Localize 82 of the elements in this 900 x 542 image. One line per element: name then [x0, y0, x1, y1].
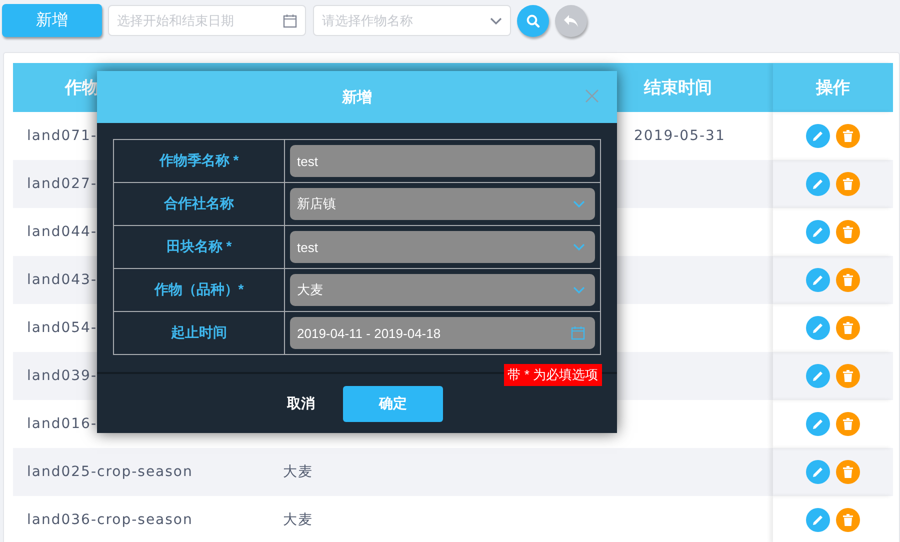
trash-icon [843, 130, 853, 142]
delete-button[interactable] [836, 508, 860, 532]
column-header: 结束时间 [642, 77, 713, 99]
delete-button[interactable] [836, 412, 860, 436]
trash-icon [843, 322, 853, 334]
field-label: 合作社名称 [114, 183, 285, 226]
table-cell: 大麦 [283, 512, 313, 528]
delete-button[interactable] [836, 460, 860, 484]
dialog-title: 新增 [342, 88, 372, 106]
pencil-icon [812, 178, 824, 190]
search-button[interactable] [517, 4, 549, 36]
table-cell: land054- [27, 320, 98, 336]
table-cell: land039- [27, 368, 98, 384]
pencil-icon [812, 514, 824, 526]
edit-button[interactable] [806, 268, 830, 292]
search-icon [526, 14, 540, 28]
trash-icon [843, 514, 853, 526]
edit-button[interactable] [806, 460, 830, 484]
reply-arrow-icon [563, 14, 579, 28]
placeholder-text: 选择开始和结束日期 [117, 12, 234, 30]
table-cell: land071- [27, 128, 98, 144]
confirm-button[interactable]: 确定 [343, 386, 443, 422]
cancel-button[interactable]: 取消 [287, 394, 315, 412]
field-label: 起止时间 [114, 312, 285, 354]
select-field[interactable]: test [290, 231, 595, 263]
pencil-icon [812, 466, 824, 478]
trash-icon [843, 274, 853, 286]
edit-button[interactable] [806, 220, 830, 244]
pencil-icon [812, 226, 824, 238]
pencil-icon [812, 130, 824, 142]
delete-button[interactable] [836, 220, 860, 244]
field-label: 作物季名称 * [114, 140, 285, 183]
table-cell: 2019-05-31 [634, 128, 726, 144]
trash-icon [843, 370, 853, 382]
select-field[interactable]: 大麦 [290, 274, 595, 306]
delete-button[interactable] [836, 316, 860, 340]
trash-icon [843, 178, 853, 190]
delete-button[interactable] [836, 364, 860, 388]
edit-button[interactable] [806, 124, 830, 148]
edit-button[interactable] [806, 316, 830, 340]
column-header: 操作 [773, 63, 893, 112]
required-note: 带 * 为必填选项 [504, 364, 602, 386]
field-value: 大麦 [297, 281, 323, 299]
pencil-icon [812, 274, 824, 286]
delete-button[interactable] [836, 268, 860, 292]
reply-button[interactable] [555, 4, 587, 36]
delete-button[interactable] [836, 172, 860, 196]
table-cell: land036-crop-season [27, 512, 193, 528]
pencil-icon [812, 322, 824, 334]
table-cell: land016- [27, 416, 98, 432]
table-cell: land025-crop-season [27, 464, 193, 480]
table-cell: land044- [27, 224, 98, 240]
chevron-down-icon [573, 243, 585, 251]
edit-button[interactable] [806, 364, 830, 388]
edit-button[interactable] [806, 172, 830, 196]
chevron-down-icon [573, 200, 585, 208]
delete-button[interactable] [836, 124, 860, 148]
text-field[interactable]: test [290, 145, 595, 177]
trash-icon [843, 226, 853, 238]
pencil-icon [812, 370, 824, 382]
trash-icon [843, 466, 853, 478]
table-cell: land043- [27, 272, 98, 288]
table-cell: 大麦 [283, 464, 313, 480]
edit-button[interactable] [806, 412, 830, 436]
table-cell: land027- [27, 176, 98, 192]
field-value: test [297, 154, 318, 168]
calendar-icon [571, 326, 585, 340]
field-value: 新店镇 [297, 195, 336, 213]
trash-icon [843, 418, 853, 430]
date-field[interactable]: 2019-04-11 - 2019-04-18 [290, 317, 595, 349]
placeholder-text: 请选择作物名称 [322, 12, 413, 30]
field-value: 2019-04-11 - 2019-04-18 [297, 326, 441, 340]
pencil-icon [812, 418, 824, 430]
field-label: 作物（品种）* [114, 269, 285, 312]
chevron-down-icon [573, 286, 585, 294]
select-field[interactable]: 新店镇 [290, 188, 595, 220]
calendar-icon [283, 14, 297, 28]
edit-button[interactable] [806, 508, 830, 532]
add-button[interactable]: 新增 [2, 4, 102, 37]
chevron-down-icon [490, 16, 502, 24]
field-value: test [297, 240, 318, 254]
field-label: 田块名称 * [114, 226, 285, 269]
